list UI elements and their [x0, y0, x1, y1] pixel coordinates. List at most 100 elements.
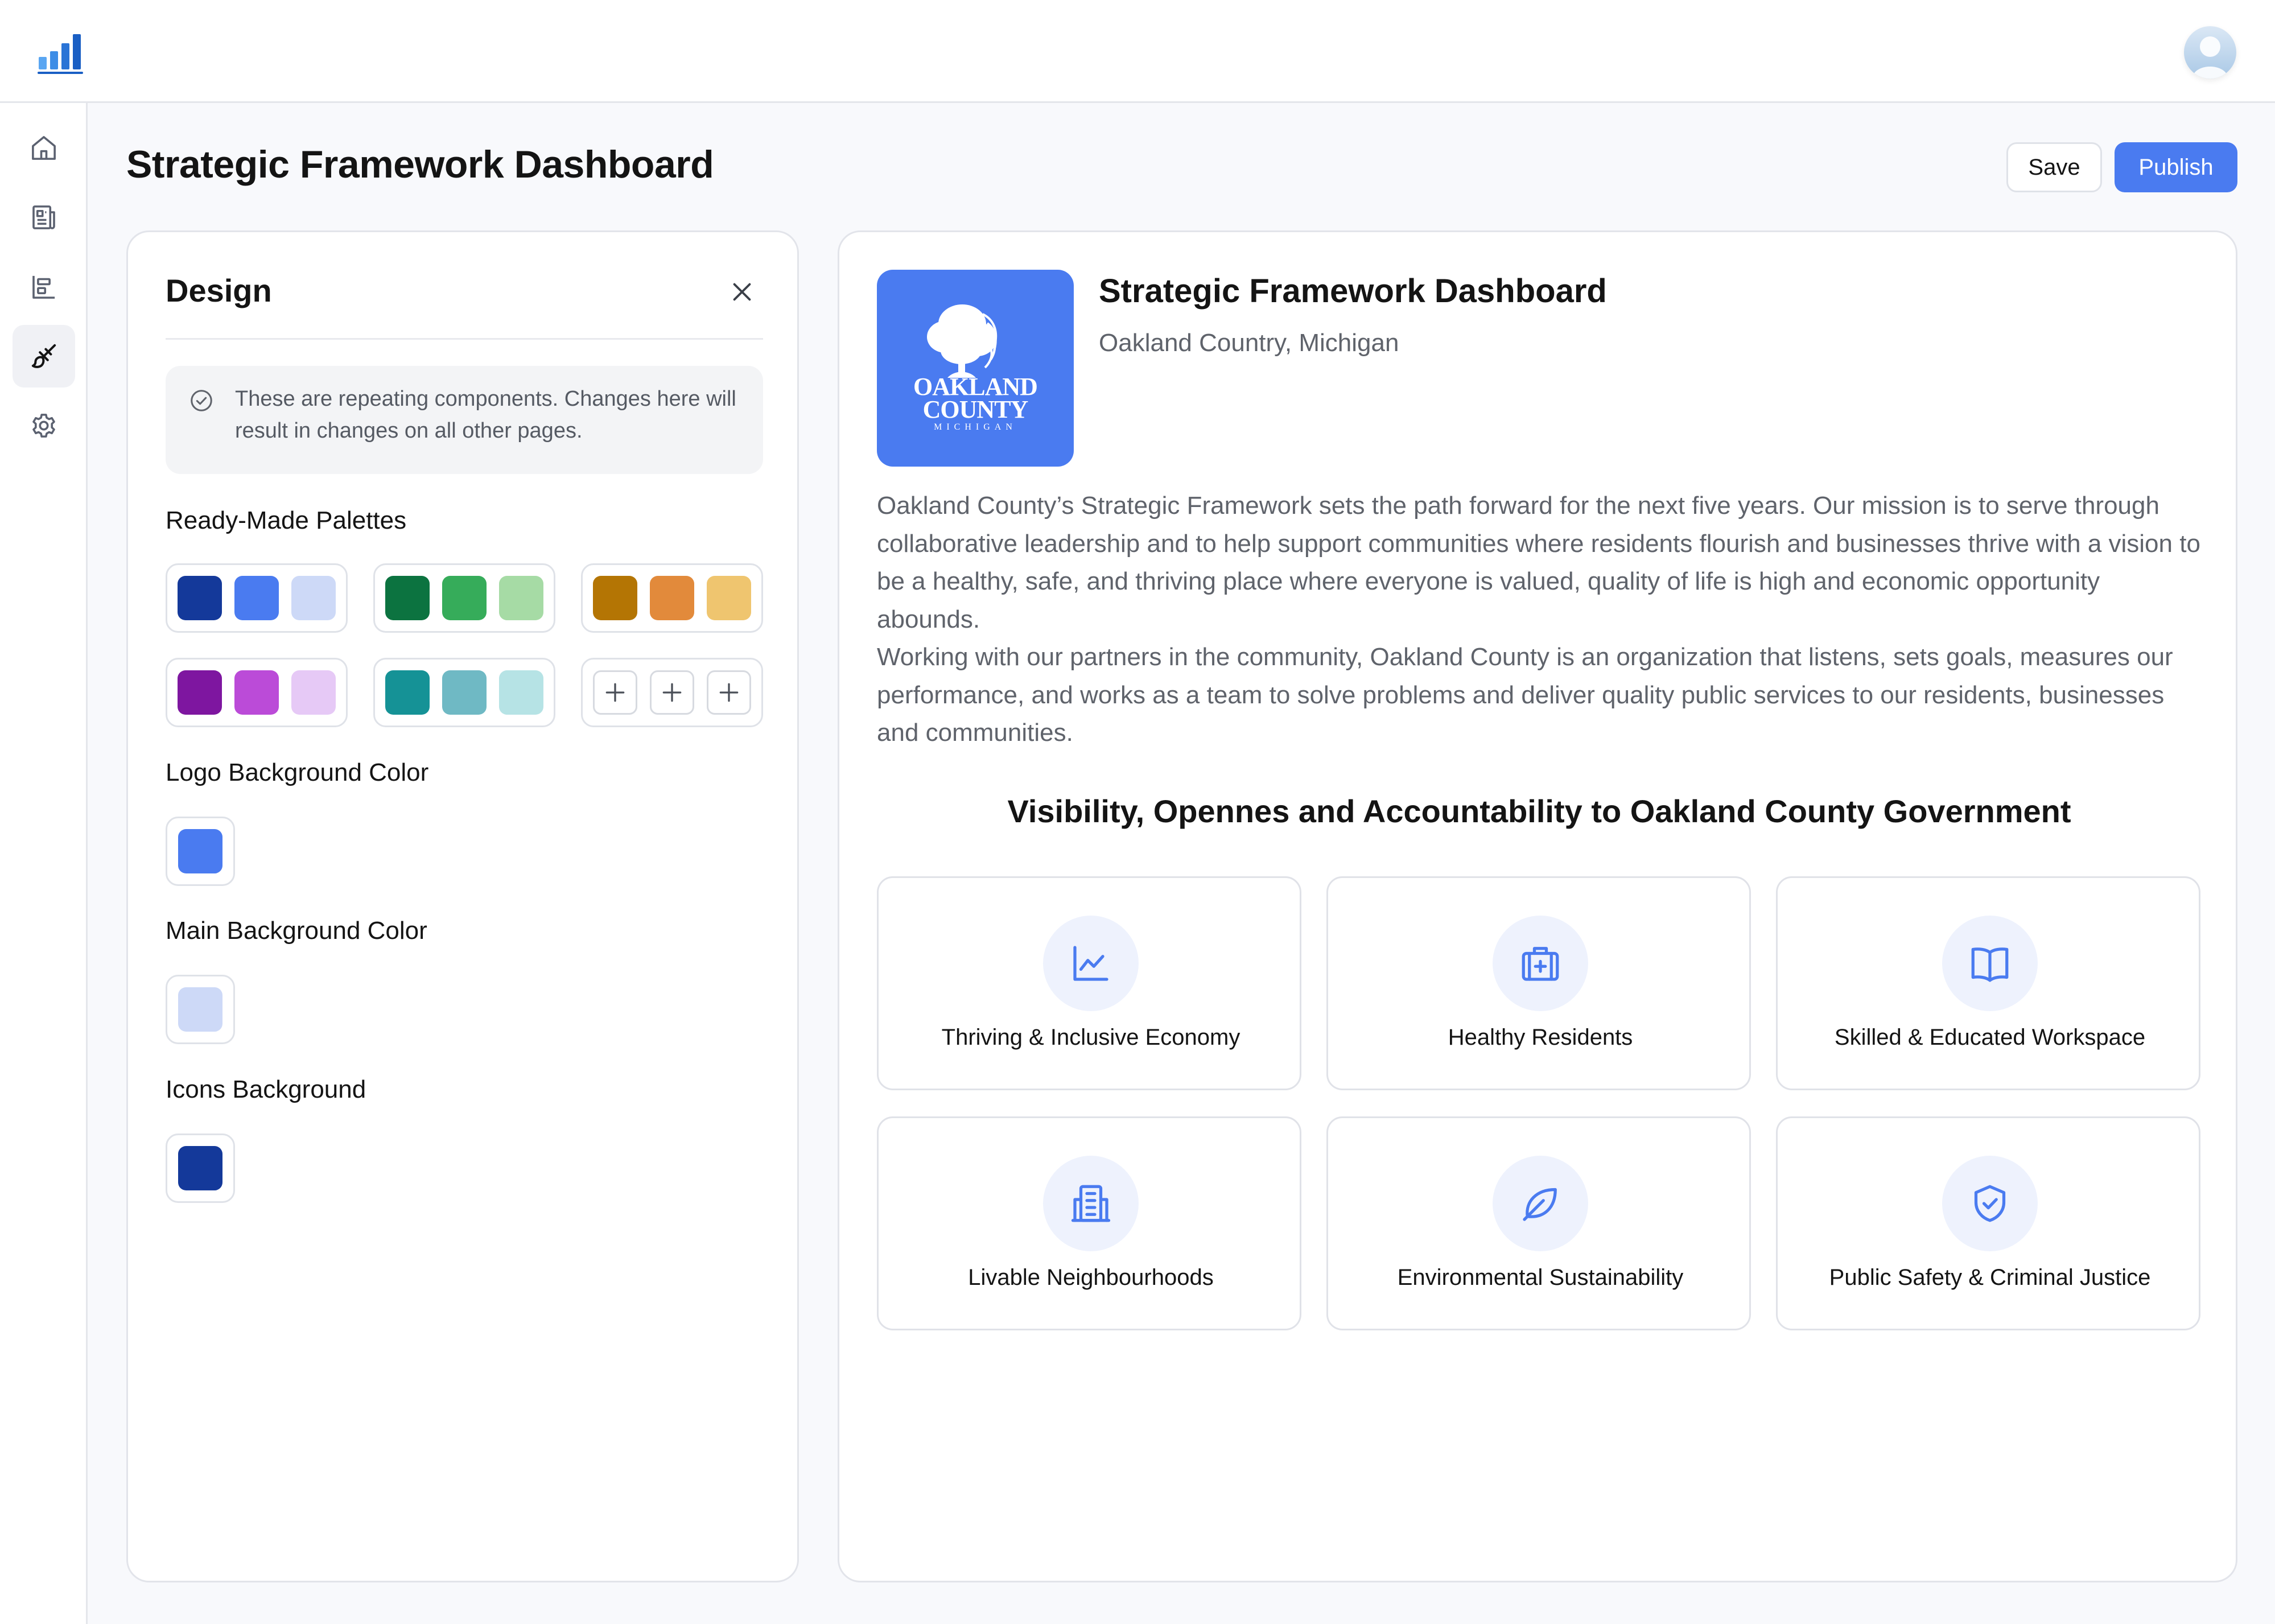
- goal-card-safety[interactable]: Public Safety & Criminal Justice: [1776, 1116, 2200, 1330]
- logo-text-line: COUNTY: [922, 395, 1029, 423]
- home-icon: [32, 136, 56, 160]
- add-color-button[interactable]: [593, 670, 637, 715]
- custom-palette: [581, 658, 763, 727]
- paintbrush-icon: [31, 344, 56, 368]
- icons-bg-label: Icons Background: [166, 1075, 366, 1103]
- info-text: These are repeating components. Changes …: [235, 387, 736, 443]
- close-icon: [733, 283, 751, 301]
- org-logo: OAKLAND COUNTY MICHIGAN: [877, 270, 1074, 467]
- logo-text-line: OAKLAND: [913, 373, 1038, 401]
- logo-wordmark: OAKLAND COUNTY MICHIGAN: [877, 373, 1074, 434]
- palette-swatch: [385, 576, 430, 620]
- card-label: Livable Neighbourhoods: [968, 1265, 1214, 1290]
- card-icon-circle: [1942, 916, 2038, 1011]
- sidebar-item-design[interactable]: [13, 325, 75, 388]
- palette-swatch: [499, 670, 543, 715]
- plus-icon: [719, 683, 739, 702]
- palette-swatch: [234, 670, 279, 715]
- palette-swatch: [650, 576, 694, 620]
- publish-button[interactable]: Publish: [2115, 142, 2237, 192]
- logo-bg-color-picker[interactable]: [166, 817, 235, 886]
- goal-card-economy[interactable]: Thriving & Inclusive Economy: [877, 876, 1301, 1090]
- preview-panel: OAKLAND COUNTY MICHIGAN Strategic Framew…: [838, 230, 2237, 1582]
- palette-swatch: [178, 670, 222, 715]
- leaf-icon: [1523, 1188, 1557, 1221]
- palette-swatch: [499, 576, 543, 620]
- plus-icon: [662, 683, 682, 702]
- card-icon-circle: [1942, 1156, 2038, 1251]
- sidebar-item-pages[interactable]: [13, 186, 75, 249]
- user-icon: [2192, 36, 2228, 79]
- sidebar-item-settings[interactable]: [13, 394, 75, 457]
- oak-tree-logo-icon: [927, 304, 998, 378]
- palette-swatch: [385, 670, 430, 715]
- description-paragraph: Working with our partners in the communi…: [877, 643, 2173, 747]
- goal-card-health[interactable]: Healthy Residents: [1326, 876, 1751, 1090]
- org-subtitle: Oakland Country, Michigan: [1099, 329, 1399, 357]
- palette-swatch: [291, 670, 336, 715]
- card-label: Public Safety & Criminal Justice: [1829, 1265, 2151, 1290]
- add-color-button[interactable]: [650, 670, 694, 715]
- sidebar-item-layout[interactable]: [13, 255, 75, 318]
- medical-bag-icon: [1522, 947, 1559, 981]
- card-label: Environmental Sustainability: [1397, 1265, 1684, 1290]
- palette-swatch: [234, 576, 279, 620]
- design-panel-title: Design: [166, 273, 272, 308]
- add-color-button[interactable]: [707, 670, 751, 715]
- design-panel: Design These are repeating components. C…: [126, 230, 799, 1582]
- goal-card-neighbourhoods[interactable]: Livable Neighbourhoods: [877, 1116, 1301, 1330]
- page-title: Strategic Framework Dashboard: [126, 143, 714, 186]
- panel-divider: [166, 338, 763, 340]
- sidebar-item-home[interactable]: [13, 117, 75, 179]
- org-title: Strategic Framework Dashboard: [1099, 273, 1607, 310]
- top-bar: [0, 0, 2275, 103]
- info-notice: These are repeating components. Changes …: [166, 366, 763, 474]
- layout-icon: [32, 275, 55, 299]
- card-icon-circle: [1043, 1156, 1139, 1251]
- main-bg-label: Main Background Color: [166, 917, 427, 945]
- save-button[interactable]: Save: [2006, 142, 2102, 192]
- logo-text-line: MICHIGAN: [934, 422, 1017, 432]
- gear-icon: [32, 414, 55, 438]
- close-button[interactable]: [728, 278, 756, 306]
- open-book-icon: [1971, 947, 2009, 982]
- palette-swatch: [291, 576, 336, 620]
- main-bg-color-picker[interactable]: [166, 975, 235, 1044]
- palette-swatch: [442, 670, 487, 715]
- palette-swatch: [707, 576, 751, 620]
- building-icon: [1071, 1185, 1111, 1222]
- goal-card-environment[interactable]: Environmental Sustainability: [1326, 1116, 1751, 1330]
- color-swatch: [178, 987, 222, 1032]
- sidebar: [0, 103, 88, 1624]
- line-chart-icon: [1073, 946, 1108, 981]
- user-avatar[interactable]: [2184, 26, 2236, 79]
- color-swatch: [178, 829, 222, 873]
- bar-chart-logo-icon[interactable]: [38, 32, 89, 74]
- palette-option[interactable]: [373, 563, 555, 633]
- section-heading: Visibility, Opennes and Accountability t…: [1007, 793, 2071, 829]
- card-label: Healthy Residents: [1448, 1025, 1633, 1050]
- card-icon-circle: [1043, 916, 1139, 1011]
- icons-bg-color-picker[interactable]: [166, 1133, 235, 1203]
- color-swatch: [178, 1146, 222, 1190]
- org-description: Oakland County’s Strategic Framework set…: [877, 487, 2203, 752]
- logo-bg-label: Logo Background Color: [166, 759, 429, 786]
- card-label: Thriving & Inclusive Economy: [941, 1025, 1240, 1050]
- palette-option[interactable]: [581, 563, 763, 633]
- palette-option[interactable]: [373, 658, 555, 727]
- card-icon-circle: [1493, 916, 1588, 1011]
- palette-swatch: [178, 576, 222, 620]
- card-label: Skilled & Educated Workspace: [1834, 1025, 2146, 1050]
- card-icon-circle: [1493, 1156, 1588, 1251]
- newspaper-icon: [32, 205, 55, 229]
- palette-option[interactable]: [166, 563, 348, 633]
- description-paragraph: Oakland County’s Strategic Framework set…: [877, 492, 2200, 633]
- goal-card-workspace[interactable]: Skilled & Educated Workspace: [1776, 876, 2200, 1090]
- shield-check-icon: [1974, 1185, 2006, 1222]
- palette-option[interactable]: [166, 658, 348, 727]
- check-circle-icon: [191, 390, 212, 411]
- plus-icon: [605, 683, 625, 702]
- palette-swatch: [442, 576, 487, 620]
- palettes-label: Ready-Made Palettes: [166, 506, 407, 534]
- palette-swatch: [593, 576, 637, 620]
